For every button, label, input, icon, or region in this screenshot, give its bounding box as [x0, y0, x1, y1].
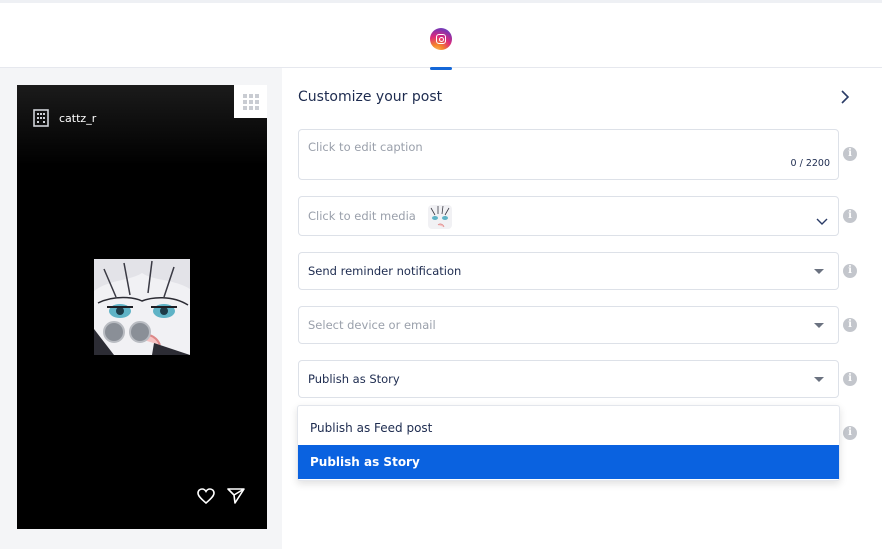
tab-instagram[interactable]: [428, 25, 454, 70]
caption-counter: 0 / 2200: [790, 158, 830, 169]
info-icon[interactable]: i: [843, 426, 857, 440]
media-preview: [94, 259, 190, 355]
device-select[interactable]: Select device or email: [298, 306, 839, 344]
device-placeholder: Select device or email: [308, 318, 436, 332]
info-icon[interactable]: i: [843, 209, 857, 223]
option-feed-post[interactable]: Publish as Feed post: [298, 411, 839, 445]
media-thumbnail: [428, 205, 452, 229]
customize-panel: Customize your post Click to edit captio…: [282, 68, 882, 549]
reminder-select[interactable]: Send reminder notification: [298, 252, 839, 290]
send-icon[interactable]: [227, 488, 245, 508]
reminder-value: Send reminder notification: [308, 264, 462, 278]
grid-icon[interactable]: [234, 85, 267, 118]
preview-panel: cattz_r: [0, 68, 282, 549]
account-header: cattz_r: [33, 109, 96, 127]
chevron-right-icon[interactable]: [839, 89, 851, 109]
option-story[interactable]: Publish as Story: [298, 445, 839, 479]
info-icon[interactable]: i: [843, 372, 857, 386]
publish-type-select[interactable]: Publish as Story: [298, 360, 839, 398]
story-preview: cattz_r: [17, 85, 267, 529]
media-field[interactable]: Click to edit media: [298, 196, 839, 236]
channel-tab-bar: [0, 0, 882, 70]
caret-down-icon: [814, 323, 824, 328]
tag-product-button[interactable]: [129, 321, 151, 343]
media-placeholder: Click to edit media: [308, 209, 416, 223]
building-icon: [33, 109, 49, 127]
instagram-icon: [430, 28, 452, 50]
caret-down-icon: [814, 269, 824, 274]
chevron-down-icon: [816, 211, 828, 230]
caption-placeholder: Click to edit caption: [308, 140, 423, 154]
publish-type-value: Publish as Story: [308, 372, 400, 386]
publish-type-dropdown: Publish as Feed post Publish as Story: [297, 405, 840, 481]
heart-icon[interactable]: [197, 488, 215, 508]
caption-field[interactable]: Click to edit caption 0 / 2200: [298, 129, 839, 180]
info-icon[interactable]: i: [843, 147, 857, 161]
info-icon[interactable]: i: [843, 318, 857, 332]
account-name: cattz_r: [59, 111, 97, 125]
tag-user-button[interactable]: [103, 321, 125, 343]
panel-title: Customize your post: [298, 89, 443, 105]
info-icon[interactable]: i: [843, 264, 857, 278]
caret-down-icon: [814, 377, 824, 382]
